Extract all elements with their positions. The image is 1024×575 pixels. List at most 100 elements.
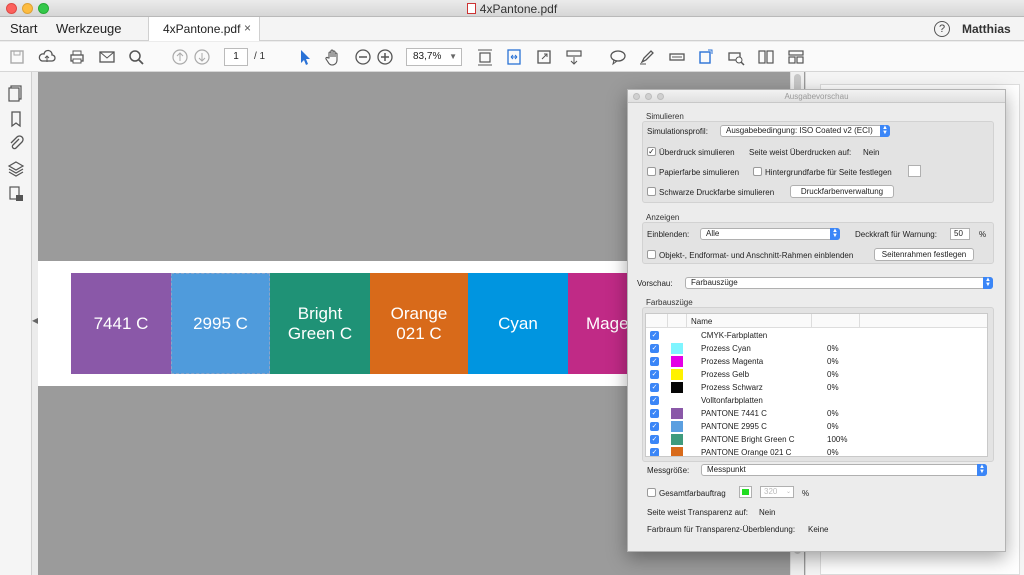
select-arrow-icon[interactable] (296, 48, 314, 66)
total-ink-checkbox[interactable] (647, 488, 656, 497)
separation-percent: 0% (827, 409, 839, 418)
hand-icon[interactable] (324, 48, 342, 66)
ink-manager-button[interactable]: Druckfarbenverwaltung (790, 185, 894, 198)
boxes-checkbox[interactable] (647, 250, 656, 259)
separation-row[interactable]: ✓ PANTONE Bright Green C 100% (646, 433, 987, 446)
save-icon[interactable] (8, 48, 26, 66)
pen-icon[interactable] (638, 48, 656, 66)
tab-start[interactable]: Start (10, 21, 37, 36)
window-title-bar: 4xPantone.pdf (0, 0, 1024, 17)
separation-row[interactable]: ✓ PANTONE Orange 021 C 0% (646, 446, 987, 457)
fullscreen-icon[interactable] (535, 48, 553, 66)
paper-color-checkbox[interactable] (647, 167, 656, 176)
mail-icon[interactable] (98, 48, 116, 66)
attachment-icon[interactable] (7, 134, 25, 152)
transparency-value: Nein (759, 508, 776, 517)
separations-table[interactable]: Name ✓ CMYK-Farbplatten ✓ Prozess Cyan 0% ✓… (645, 313, 988, 457)
separation-row[interactable]: ✓ Prozess Schwarz 0% (646, 381, 987, 394)
swatch-orange: Orange 021 C (370, 273, 468, 374)
separation-checkbox[interactable]: ✓ (650, 409, 659, 418)
separation-row[interactable]: ✓ PANTONE 2995 C 0% (646, 420, 987, 433)
zoom-in-icon[interactable] (376, 48, 394, 66)
stamp-icon[interactable] (697, 48, 715, 66)
pdf-file-icon (466, 3, 476, 14)
separation-row[interactable]: ✓ CMYK-Farbplatten (646, 329, 987, 342)
fit-page-icon[interactable] (476, 48, 494, 66)
zoom-select[interactable]: 83,7% ▼ (406, 48, 462, 66)
chevron-down-icon: ⌄ (785, 489, 791, 495)
comment-icon[interactable] (609, 48, 627, 66)
print-preview-icon[interactable] (727, 48, 745, 66)
swatch-7441: 7441 C (71, 273, 171, 374)
paper-color-label: Papierfarbe simulieren (659, 168, 740, 177)
separation-percent: 0% (827, 448, 839, 457)
highlight-icon[interactable] (668, 48, 686, 66)
show-select[interactable]: Alle ▲ ▼ (700, 228, 840, 240)
page-up-icon[interactable] (171, 48, 189, 66)
separation-checkbox[interactable]: ✓ (650, 383, 659, 392)
separation-checkbox[interactable]: ✓ (650, 357, 659, 366)
opacity-label: Deckkraft für Warnung: (855, 230, 937, 239)
separation-checkbox[interactable]: ✓ (650, 331, 659, 340)
simulation-profile-select[interactable]: Ausgabebedingung: ISO Coated v2 (ECI) ▲ ▼ (720, 125, 890, 137)
tab-document[interactable]: 4xPantone.pdf × (148, 17, 260, 41)
swatch-bright-green: Bright Green C (270, 273, 370, 374)
background-color-checkbox[interactable] (753, 167, 762, 176)
separation-swatch (671, 356, 683, 367)
page-number-input[interactable]: 1 (224, 48, 248, 66)
black-ink-checkbox[interactable] (647, 187, 656, 196)
separation-row[interactable]: ✓ PANTONE 7441 C 0% (646, 407, 987, 420)
total-ink-color-well[interactable] (739, 486, 752, 498)
overprint-checkbox[interactable]: ✓ (647, 147, 656, 156)
more-tools-icon[interactable] (787, 48, 805, 66)
help-icon[interactable]: ? (934, 21, 950, 37)
separation-percent: 0% (827, 383, 839, 392)
separation-row[interactable]: ✓ Volltonfarbplatten (646, 394, 987, 407)
dialog-title: Ausgabevorschau (784, 92, 849, 101)
separation-checkbox[interactable]: ✓ (650, 370, 659, 379)
layers-icon[interactable] (7, 160, 25, 178)
opacity-input[interactable]: 50 (950, 228, 970, 240)
separation-checkbox[interactable]: ✓ (650, 422, 659, 431)
separation-row[interactable]: ✓ Prozess Cyan 0% (646, 342, 987, 355)
fit-width-icon[interactable] (505, 48, 523, 66)
print-icon[interactable] (68, 48, 86, 66)
overprint-label: Überdruck simulieren (659, 148, 735, 157)
search-icon[interactable] (127, 48, 145, 66)
total-ink-input[interactable]: 320 ⌄ (760, 486, 794, 498)
separation-checkbox[interactable]: ✓ (650, 344, 659, 353)
lock-page-icon[interactable] (7, 185, 25, 203)
separation-percent: 0% (827, 357, 839, 366)
output-preview-dialog: Ausgabevorschau Simulieren Simulationspr… (627, 89, 1006, 552)
tab-close-button[interactable]: × (244, 21, 251, 35)
pages-icon[interactable] (7, 84, 25, 102)
scroll-mode-icon[interactable] (565, 48, 583, 66)
preview-select[interactable]: Farbauszüge ▲ ▼ (685, 277, 993, 289)
separation-swatch (671, 395, 683, 406)
separation-checkbox[interactable]: ✓ (650, 435, 659, 444)
background-color-well[interactable] (908, 165, 921, 177)
header-name[interactable]: Name (691, 317, 712, 326)
page-down-icon[interactable] (193, 48, 211, 66)
separation-row[interactable]: ✓ Prozess Magenta 0% (646, 355, 987, 368)
show-label: Einblenden: (647, 230, 690, 239)
separation-checkbox[interactable]: ✓ (650, 448, 659, 456)
select-stepper-icon: ▲ ▼ (830, 228, 840, 240)
separations-table-header: Name (646, 314, 987, 328)
zoom-out-icon[interactable] (354, 48, 372, 66)
page-boxes-button[interactable]: Seitenrahmen festlegen (874, 248, 974, 261)
separation-name: Volltonfarbplatten (701, 396, 763, 405)
tab-tools[interactable]: Werkzeuge (56, 21, 122, 36)
bookmark-icon[interactable] (7, 110, 25, 128)
upload-icon[interactable] (38, 48, 56, 66)
sample-size-select[interactable]: Messpunkt ▲ ▼ (701, 464, 987, 476)
user-menu[interactable]: Matthias (962, 22, 1011, 36)
separation-name: CMYK-Farbplatten (701, 331, 768, 340)
select-stepper-icon: ▲ ▼ (977, 464, 987, 476)
compare-icon[interactable] (757, 48, 775, 66)
background-color-label: Hintergrundfarbe für Seite festlegen (765, 168, 892, 177)
separation-row[interactable]: ✓ Prozess Gelb 0% (646, 368, 987, 381)
dialog-title-bar: Ausgabevorschau (628, 90, 1005, 103)
separation-percent: 0% (827, 422, 839, 431)
separation-checkbox[interactable]: ✓ (650, 396, 659, 405)
